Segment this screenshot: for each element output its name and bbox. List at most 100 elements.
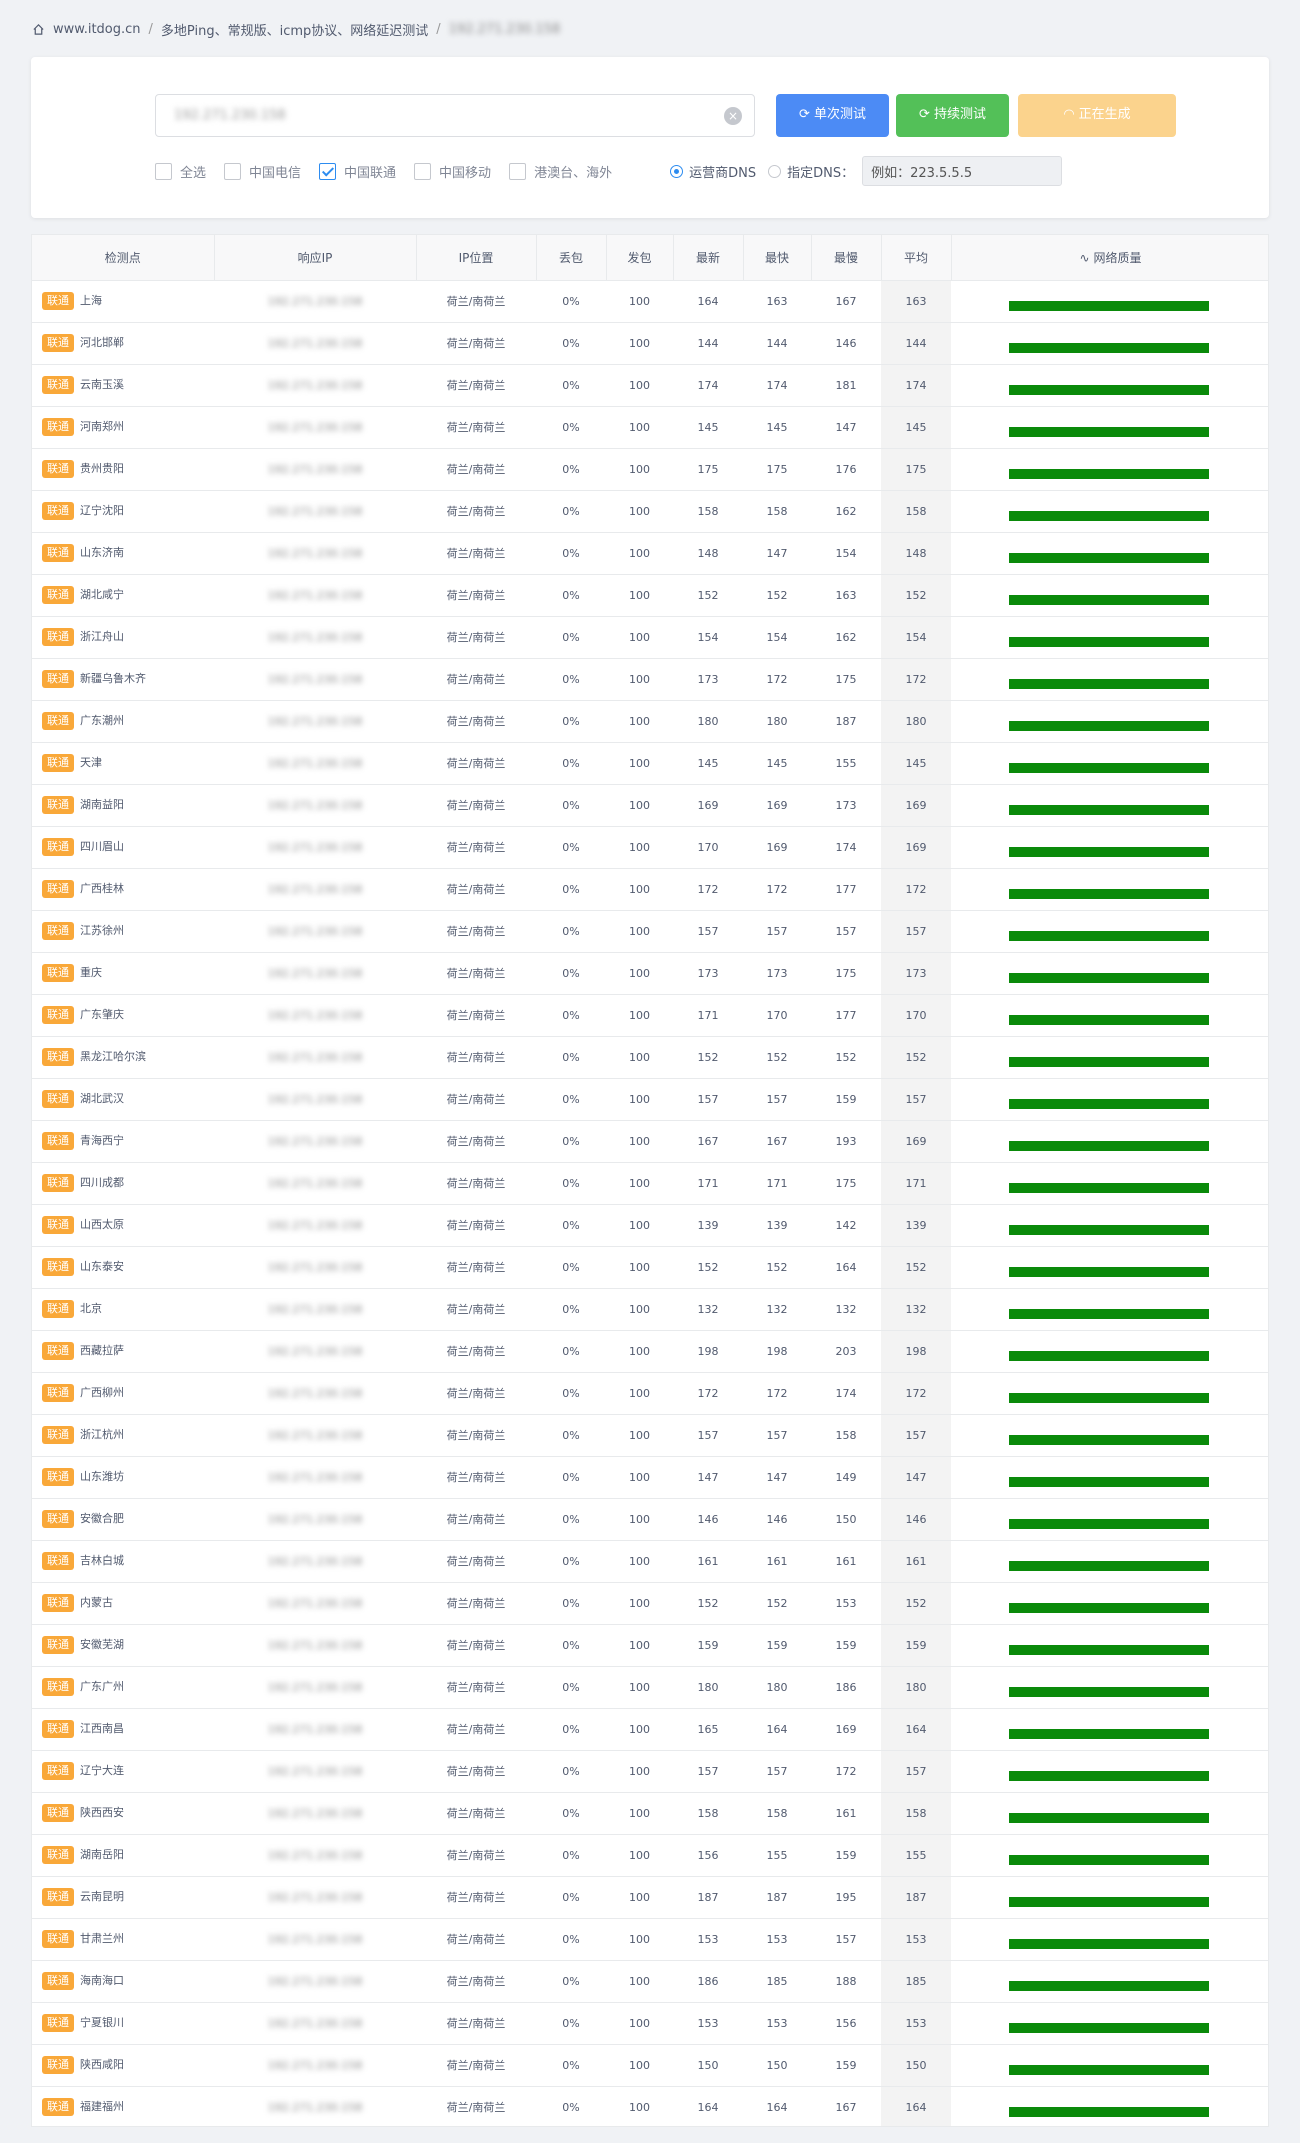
cell-ip: 192.271.230.158	[214, 1750, 416, 1793]
cell-fastest: 153	[743, 2002, 811, 2045]
node-name: 辽宁沈阳	[80, 504, 124, 517]
col-location[interactable]: IP位置	[416, 235, 537, 281]
cell-sent: 100	[606, 2086, 673, 2126]
col-sent[interactable]: 发包	[606, 235, 674, 281]
cell-node: 联通 河北邯郸	[32, 322, 214, 365]
cell-avg: 154	[881, 616, 951, 659]
cell-sent: 100	[606, 1582, 673, 1625]
single-test-button[interactable]: ⟳ 单次测试	[776, 94, 889, 137]
cell-latest: 152	[673, 574, 743, 617]
cell-latest: 152	[673, 1582, 743, 1625]
node-name: 四川眉山	[80, 840, 124, 853]
cell-ip: 192.271.230.158	[214, 1288, 416, 1331]
checkbox-box[interactable]	[224, 162, 242, 180]
isp-tag: 联通	[42, 1552, 74, 1570]
cell-location: 荷兰/南荷兰	[416, 784, 536, 827]
cell-location: 荷兰/南荷兰	[416, 532, 536, 575]
table-row: 联通 江西南昌 192.271.230.158 荷兰/南荷兰 0% 100 165 164 16…	[32, 1708, 1268, 1751]
cell-node: 联通 贵州贵阳	[32, 448, 214, 491]
col-node[interactable]: 检测点	[32, 235, 215, 281]
node-name: 山西太原	[80, 1218, 124, 1231]
cell-latest: 165	[673, 1708, 743, 1751]
cell-quality	[951, 280, 1268, 323]
checkbox-mobile[interactable]: 中国移动	[414, 162, 491, 181]
cell-sent: 100	[606, 1666, 673, 1709]
cell-loss: 0%	[536, 910, 606, 953]
cell-sent: 100	[606, 1498, 673, 1541]
col-latest[interactable]: 最新	[673, 235, 744, 281]
cell-fastest: 163	[743, 280, 811, 323]
quality-bar	[1009, 1351, 1209, 1361]
isp-tag: 联通	[42, 1594, 74, 1612]
cell-quality	[951, 784, 1268, 827]
cell-sent: 100	[606, 1708, 673, 1751]
cell-avg: 161	[881, 1540, 951, 1583]
cell-loss: 0%	[536, 1330, 606, 1373]
cell-latest: 164	[673, 2086, 743, 2126]
cell-location: 荷兰/南荷兰	[416, 1792, 536, 1835]
isp-tag: 联通	[42, 628, 74, 646]
cell-quality	[951, 1918, 1268, 1961]
cell-avg: 152	[881, 1036, 951, 1079]
node-name: 甘肃兰州	[80, 1932, 124, 1945]
cell-fastest: 153	[743, 1918, 811, 1961]
cell-node: 联通 湖南益阳	[32, 784, 214, 827]
isp-tag: 联通	[42, 838, 74, 856]
continuous-test-button[interactable]: ⟳ 持续测试	[896, 94, 1009, 137]
checkbox-box[interactable]	[414, 162, 432, 180]
col-loss[interactable]: 丢包	[536, 235, 607, 281]
cell-location: 荷兰/南荷兰	[416, 700, 536, 743]
cell-loss: 0%	[536, 364, 606, 407]
checkbox-unicom[interactable]: 中国联通	[319, 162, 396, 181]
cell-quality	[951, 1750, 1268, 1793]
cell-fastest: 158	[743, 490, 811, 533]
cell-fastest: 152	[743, 1582, 811, 1625]
checkbox-all[interactable]: 全选	[155, 162, 206, 181]
col-avg[interactable]: 平均	[881, 235, 952, 281]
cell-slowest: 169	[811, 1708, 881, 1751]
cell-sent: 100	[606, 1120, 673, 1163]
checkbox-box[interactable]	[509, 162, 527, 180]
node-name: 安徽芜湖	[80, 1638, 124, 1651]
col-quality[interactable]: ∿ 网络质量	[951, 235, 1268, 281]
generating-button[interactable]: ◠ 正在生成	[1018, 94, 1176, 137]
breadcrumb-site-link[interactable]: www.itdog.cn	[53, 22, 141, 37]
cell-location: 荷兰/南荷兰	[416, 322, 536, 365]
radio-dot-selected[interactable]	[670, 164, 684, 178]
col-fastest[interactable]: 最快	[743, 235, 812, 281]
cell-avg: 152	[881, 1582, 951, 1625]
cell-loss: 0%	[536, 1918, 606, 1961]
clear-icon[interactable]: ×	[724, 107, 742, 125]
node-name: 江西南昌	[80, 1722, 124, 1735]
checkbox-box[interactable]	[155, 162, 172, 180]
dns-input[interactable]: 例如：223.5.5.5	[862, 156, 1063, 186]
col-ip[interactable]: 响应IP	[214, 235, 417, 281]
cell-latest: 173	[673, 952, 743, 995]
radio-carrier-dns[interactable]: 运营商DNS	[670, 162, 756, 181]
cell-ip: 192.271.230.158	[214, 490, 416, 533]
cell-quality	[951, 868, 1268, 911]
table-row: 联通 广东肇庆 192.271.230.158 荷兰/南荷兰 0% 100 171 170 17…	[32, 994, 1268, 1037]
cell-node: 联通 浙江杭州	[32, 1414, 214, 1457]
cell-loss: 0%	[536, 406, 606, 449]
host-input[interactable]	[156, 95, 696, 136]
radio-custom-dns[interactable]: 指定DNS：	[768, 162, 854, 181]
control-panel: × ⟳单次测试 ⟳持续测试 ◠正在生成 全选 中国电信 中国联通 中国移动 港澳…	[31, 57, 1269, 218]
col-slowest[interactable]: 最慢	[811, 235, 882, 281]
breadcrumb-page-link[interactable]: 多地Ping、常规版、icmp协议、网络延迟测试	[161, 20, 428, 39]
cell-latest: 152	[673, 1246, 743, 1289]
table-row: 联通 黑龙江哈尔滨 192.271.230.158 荷兰/南荷兰 0% 100 152 152…	[32, 1036, 1268, 1079]
table-row: 联通 湖北武汉 192.271.230.158 荷兰/南荷兰 0% 100 157 157 15…	[32, 1078, 1268, 1121]
host-input-wrapper: ×	[155, 94, 755, 137]
node-name: 辽宁大连	[80, 1764, 124, 1777]
cell-fastest: 157	[743, 1750, 811, 1793]
table-row: 联通 浙江舟山 192.271.230.158 荷兰/南荷兰 0% 100 154 154 16…	[32, 616, 1268, 659]
checkbox-telecom[interactable]: 中国电信	[224, 162, 301, 181]
cell-location: 荷兰/南荷兰	[416, 910, 536, 953]
isp-tag: 联通	[42, 1972, 74, 1990]
checkbox-overseas[interactable]: 港澳台、海外	[509, 162, 612, 181]
cell-avg: 144	[881, 322, 951, 365]
node-name: 云南玉溪	[80, 378, 124, 391]
radio-dot[interactable]	[768, 164, 782, 178]
checkbox-box-checked[interactable]	[319, 162, 337, 180]
